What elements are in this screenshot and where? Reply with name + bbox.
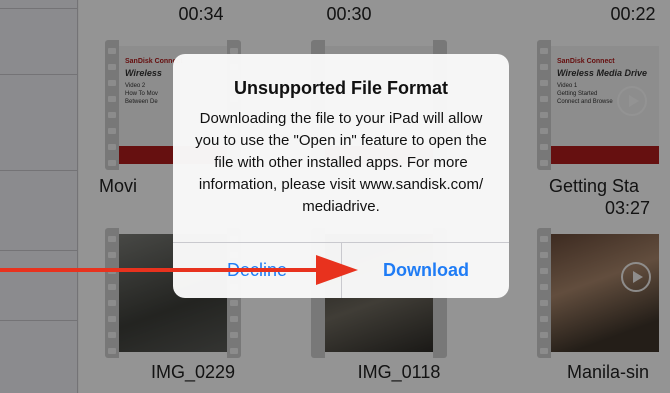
unsupported-format-alert: Unsupported File Format Downloading the …	[173, 54, 509, 298]
download-button[interactable]: Download	[342, 243, 509, 298]
decline-button[interactable]: Decline	[173, 243, 341, 298]
alert-title: Unsupported File Format	[233, 78, 448, 98]
alert-message: Downloading the file to your iPad will a…	[195, 110, 487, 215]
